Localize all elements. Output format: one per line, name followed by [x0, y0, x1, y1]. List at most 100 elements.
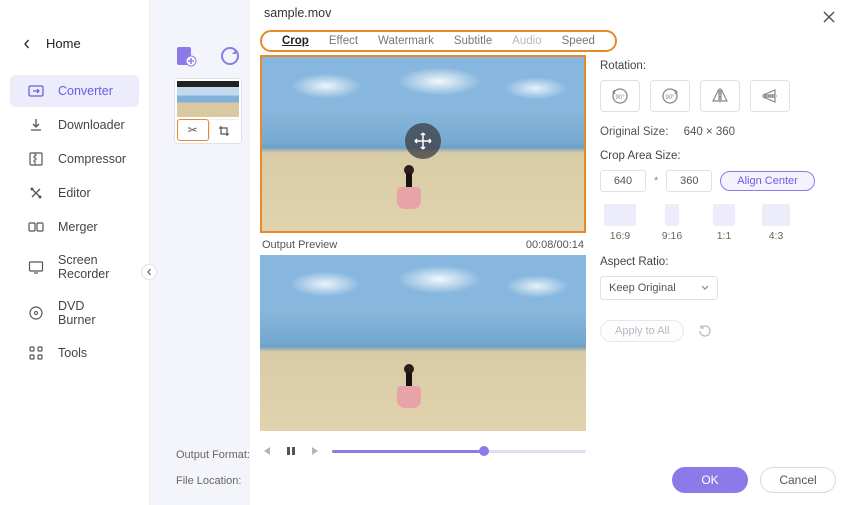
sidebar-item-converter[interactable]: Converter	[10, 75, 139, 107]
original-size-label: Original Size:	[600, 126, 668, 138]
rotate-ccw-button[interactable]: 90°	[600, 80, 640, 112]
crop-handle-bl[interactable]	[260, 231, 270, 233]
editor-tabs: Crop Effect Watermark Subtitle Audio Spe…	[260, 30, 617, 52]
tab-audio[interactable]: Audio	[502, 35, 551, 47]
editor-icon	[28, 185, 44, 201]
chevron-down-icon	[701, 285, 709, 291]
person-figure	[397, 364, 421, 410]
ratio-shape-icon	[604, 204, 636, 226]
nav-label: Screen Recorder	[58, 253, 121, 281]
rotate-ccw-icon: 90°	[609, 86, 631, 106]
crop-handle-left[interactable]	[260, 139, 262, 149]
flip-horizontal-button[interactable]	[700, 80, 740, 112]
output-preview-label: Output Preview	[262, 239, 337, 251]
crop-height-input[interactable]	[666, 170, 712, 192]
cloud-layer	[260, 261, 586, 307]
pause-icon	[285, 445, 297, 457]
nav-label: DVD Burner	[58, 299, 121, 327]
progress-bar[interactable]	[332, 450, 586, 453]
sidebar-item-merger[interactable]: Merger	[10, 211, 139, 243]
crop-button[interactable]	[209, 119, 240, 141]
merger-icon	[28, 219, 44, 235]
cancel-button[interactable]: Cancel	[760, 467, 836, 493]
flip-vertical-button[interactable]	[750, 80, 790, 112]
reset-button[interactable]	[694, 320, 716, 342]
next-icon	[309, 445, 321, 457]
sidebar-item-tools[interactable]: Tools	[10, 337, 139, 369]
crop-preview[interactable]	[260, 55, 586, 233]
ratio-shape-icon	[665, 204, 679, 226]
screen-recorder-icon	[28, 259, 44, 275]
crop-area-label: Crop Area Size:	[600, 150, 840, 162]
rotate-cw-button[interactable]: 90°	[650, 80, 690, 112]
ratio-9-16[interactable]: 9:16	[652, 204, 692, 242]
sidebar-item-compressor[interactable]: Compressor	[10, 143, 139, 175]
nav-list: Converter Downloader Compressor Editor M…	[0, 75, 149, 369]
preview-area: Output Preview 00:08/00:14	[260, 55, 586, 431]
ratio-shape-icon	[713, 204, 735, 226]
tab-watermark[interactable]: Watermark	[368, 35, 444, 47]
downloader-icon	[28, 117, 44, 133]
clip-thumbnail[interactable]: ✂	[174, 78, 242, 144]
crop-handle-bottom[interactable]	[418, 231, 428, 233]
crop-modal: sample.mov Crop Effect Watermark Subtitl…	[250, 0, 850, 505]
playback-controls	[260, 444, 586, 458]
aspect-ratio-value: Keep Original	[609, 282, 676, 294]
rotate-cw-icon: 90°	[659, 86, 681, 106]
scissors-icon: ✂	[188, 123, 198, 137]
crop-handle-br[interactable]	[576, 231, 586, 233]
aspect-ratio-grid: 16:9 9:16 1:1 4:3	[600, 204, 840, 242]
original-size-value: 640 × 360	[684, 126, 735, 138]
tab-crop[interactable]: Crop	[272, 35, 319, 47]
nav-label: Editor	[58, 186, 91, 200]
modal-title: sample.mov	[264, 6, 331, 20]
converter-icon	[28, 83, 44, 99]
crop-icon	[218, 125, 230, 137]
add-file-button[interactable]	[174, 44, 198, 68]
ratio-16-9[interactable]: 16:9	[600, 204, 640, 242]
rotation-label: Rotation:	[600, 60, 840, 72]
sidebar-item-dvd-burner[interactable]: DVD Burner	[10, 291, 139, 335]
tab-effect[interactable]: Effect	[319, 35, 368, 47]
crop-handle-tr[interactable]	[576, 55, 586, 57]
crop-handle-top[interactable]	[418, 55, 428, 57]
sidebar-item-downloader[interactable]: Downloader	[10, 109, 139, 141]
crop-width-input[interactable]	[600, 170, 646, 192]
prev-icon	[261, 445, 273, 457]
sidebar-collapse-handle[interactable]	[141, 264, 157, 280]
separator-star: *	[654, 175, 658, 187]
flip-vertical-icon	[760, 87, 780, 105]
home-button[interactable]: Home	[0, 26, 149, 61]
sidebar-item-editor[interactable]: Editor	[10, 177, 139, 209]
crop-handle-tl[interactable]	[260, 55, 270, 57]
scissors-button[interactable]: ✂	[177, 119, 209, 141]
refresh-button[interactable]	[218, 44, 242, 68]
move-icon	[413, 131, 433, 151]
close-icon	[820, 8, 838, 26]
svg-text:90°: 90°	[615, 95, 625, 101]
next-button[interactable]	[308, 444, 322, 458]
aspect-ratio-select[interactable]: Keep Original	[600, 276, 718, 300]
close-button[interactable]	[820, 8, 838, 26]
progress-fill	[332, 450, 484, 453]
crop-handle-right[interactable]	[584, 139, 586, 149]
apply-to-all-button[interactable]: Apply to All	[600, 320, 684, 342]
move-handle[interactable]	[405, 123, 441, 159]
sidebar: Home Converter Downloader Compressor Edi…	[0, 0, 150, 505]
progress-thumb[interactable]	[479, 446, 489, 456]
tab-subtitle[interactable]: Subtitle	[444, 35, 502, 47]
ratio-1-1[interactable]: 1:1	[704, 204, 744, 242]
ratio-shape-icon	[762, 204, 790, 226]
home-label: Home	[46, 36, 81, 51]
ok-button[interactable]: OK	[672, 467, 748, 493]
prev-button[interactable]	[260, 444, 274, 458]
align-center-button[interactable]: Align Center	[720, 171, 815, 191]
tab-speed[interactable]: Speed	[552, 35, 605, 47]
ratio-4-3[interactable]: 4:3	[756, 204, 796, 242]
sidebar-item-screen-recorder[interactable]: Screen Recorder	[10, 245, 139, 289]
bottom-labels: Output Format: File Location:	[176, 435, 250, 487]
pause-button[interactable]	[284, 444, 298, 458]
output-preview	[260, 255, 586, 431]
aspect-ratio-label: Aspect Ratio:	[600, 256, 840, 268]
chevron-left-icon	[146, 268, 152, 276]
